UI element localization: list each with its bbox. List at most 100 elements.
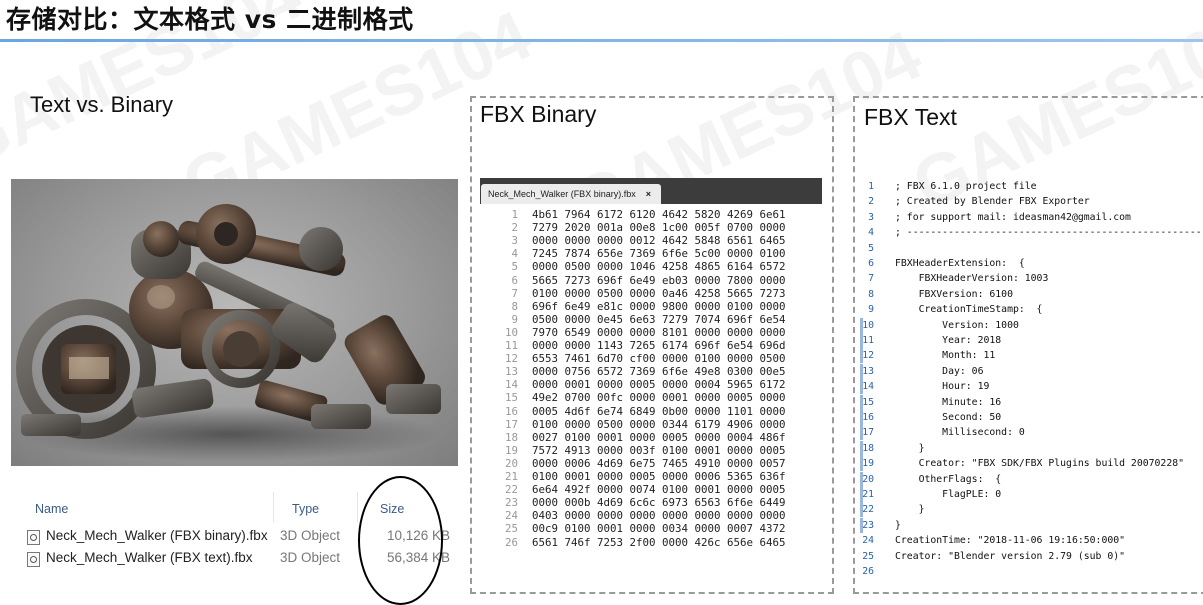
line-number: 18 <box>504 430 518 444</box>
hex-line: 12 6553 7461 6d70 cf00 0000 0100 0000 050… <box>480 352 786 365</box>
hex-line: 21 0100 0001 0000 0005 0000 0006 5365 636… <box>480 470 786 483</box>
hex-line: 1 4b61 7964 6172 6120 4642 5820 4269 6e61 <box>480 208 786 221</box>
hex-dump-view: 1 4b61 7964 6172 6120 4642 5820 4269 6e61… <box>480 204 822 578</box>
code-line-text: ; --------------------------------------… <box>895 227 1203 239</box>
line-number: 1 <box>511 208 518 221</box>
line-number: 14 <box>504 378 518 392</box>
hex-line: 10 7970 6549 0000 0000 8101 0000 0000 000… <box>480 326 786 339</box>
code-line-text: ; for support mail: ideasman42@gmail.com <box>895 211 1131 223</box>
code-line: 22 } <box>858 502 1203 518</box>
line-number: 2 <box>868 196 874 208</box>
hex-line: 13 0000 0756 6572 7369 6f6e 49e8 0300 00e… <box>480 365 786 378</box>
code-line: 1 ; FBX 6.1.0 project file <box>858 179 1203 194</box>
code-line-text: Creator: "Blender version 2.79 (sub 0)" <box>895 550 1126 562</box>
line-number: 3 <box>868 211 874 223</box>
fbx-binary-title: FBX Binary <box>480 101 597 127</box>
line-number: 12 <box>504 352 518 366</box>
line-number: 6 <box>511 273 518 287</box>
line-number: 13 <box>504 365 518 379</box>
line-number: 5 <box>868 242 874 254</box>
mech-walker-render-image <box>11 179 458 466</box>
code-line: 18 } <box>858 440 1203 456</box>
line-number: 1 <box>868 181 874 192</box>
code-line-text: Second: 50 <box>895 412 1002 423</box>
code-line: 12 Month: 11 <box>858 348 1203 364</box>
line-number: 26 <box>862 566 874 577</box>
hex-line-text: 00c9 0100 0001 0000 0034 0000 0007 4372 <box>532 522 786 536</box>
hex-line: 5 0000 0500 0000 1046 4258 4865 6164 6572 <box>480 260 785 273</box>
code-line-text: CreationTime: "2018-11-06 19:16:50:000" <box>895 535 1126 547</box>
hex-line: 8 696f 6e49 e81c 0000 9800 0000 0100 0000 <box>480 300 785 313</box>
hex-line-text: 0000 0000 0000 0012 4642 5848 6561 6465 <box>532 234 786 248</box>
line-number: 4 <box>511 247 518 261</box>
line-number: 9 <box>511 312 518 326</box>
hex-line-text: 7245 7874 656e 7369 6f6e 5c00 0000 0100 <box>532 247 786 261</box>
code-line-text: Hour: 19 <box>895 381 990 393</box>
line-number: 7 <box>511 286 518 300</box>
code-line-text: } <box>895 504 925 516</box>
line-number: 14 <box>862 381 874 393</box>
line-number: 24 <box>862 535 874 547</box>
code-line: 9 CreationTimeStamp: { <box>858 302 1203 317</box>
code-line-text: FBXVersion: 6100 <box>895 288 1013 300</box>
line-number: 22 <box>862 504 874 516</box>
line-number: 16 <box>862 412 874 423</box>
code-line-text: Millisecond: 0 <box>895 427 1025 439</box>
hex-line: 17 0100 0000 0500 0000 0344 6179 4906 000… <box>480 418 786 431</box>
fbx-text-title: FBX Text <box>864 104 957 130</box>
code-line-text: Month: 11 <box>895 350 996 362</box>
hex-line-text: 4b61 7964 6172 6120 4642 5820 4269 6e61 <box>532 208 786 221</box>
code-line-text: FBXHeaderExtension: { <box>895 258 1025 269</box>
hex-line-text: 6553 7461 6d70 cf00 0000 0100 0000 0500 <box>532 352 786 366</box>
editor-tab-label: Neck_Mech_Walker (FBX binary).fbx <box>488 189 636 199</box>
line-number: 24 <box>504 509 518 523</box>
hex-line: 19 7572 4913 0000 003f 0100 0001 0000 000… <box>480 444 786 457</box>
code-line: 20 OtherFlags: { <box>858 471 1203 487</box>
slide-title: 存储对比：文本格式 vs 二进制格式 <box>6 5 414 34</box>
line-number: 21 <box>862 489 874 500</box>
line-number: 18 <box>862 442 874 454</box>
line-number: 25 <box>504 522 518 536</box>
line-number: 22 <box>504 483 518 497</box>
code-line-text: FlagPLE: 0 <box>895 489 1002 500</box>
hex-line-text: 0000 0001 0000 0005 0000 0004 5965 6172 <box>532 378 786 392</box>
hex-line-text: 6561 746f 7253 2f00 0000 426c 656e 6465 <box>532 535 786 549</box>
file-name: Neck_Mech_Walker (FBX text).fbx <box>46 550 253 565</box>
column-header-type[interactable]: Type <box>292 502 319 516</box>
code-line: 19 Creator: "FBX SDK/FBX Plugins build 2… <box>858 456 1203 472</box>
column-separator <box>273 492 274 522</box>
line-number: 10 <box>504 325 518 339</box>
line-number: 15 <box>862 396 874 408</box>
editor-tab[interactable]: Neck_Mech_Walker (FBX binary).fbx × <box>481 184 661 204</box>
code-line: 23} <box>858 517 1203 533</box>
3d-object-file-icon <box>27 552 40 567</box>
hex-line-text: 6e64 492f 0000 0074 0100 0001 0000 0005 <box>532 483 786 497</box>
file-name: Neck_Mech_Walker (FBX binary).fbx <box>46 528 268 543</box>
hex-line-text: 0027 0100 0001 0000 0005 0000 0004 486f <box>532 430 786 444</box>
code-line: 13 Day: 06 <box>858 363 1203 379</box>
hex-line: 26 6561 746f 7253 2f00 0000 426c 656e 646… <box>480 536 786 549</box>
hex-line: 2 7279 2020 001a 00e8 1c00 005f 0700 0000 <box>480 221 785 234</box>
line-number: 10 <box>862 319 874 331</box>
file-type: 3D Object <box>280 550 341 565</box>
hex-line: 24 0403 0000 0000 0000 0000 0000 0000 000… <box>480 509 786 522</box>
line-number: 17 <box>862 427 874 439</box>
hex-line-text: 0000 0000 1143 7265 6174 696f 6e54 696d <box>532 339 786 352</box>
code-line-text: } <box>895 519 901 531</box>
line-number: 13 <box>862 365 874 377</box>
hex-line-text: 0000 0756 6572 7369 6f6e 49e8 0300 00e5 <box>532 365 786 379</box>
hex-line: 15 49e2 0700 00fc 0000 0001 0000 0005 000… <box>480 391 786 404</box>
hex-line: 7 0100 0000 0500 0000 0a46 4258 5665 7273 <box>480 286 785 300</box>
code-line-text: FBXHeaderVersion: 1003 <box>895 273 1049 285</box>
code-line: 6 FBXHeaderExtension: { <box>858 256 1203 271</box>
tab-close-icon[interactable]: × <box>646 189 651 199</box>
line-number: 4 <box>868 227 874 239</box>
hex-line-text: 0403 0000 0000 0000 0000 0000 0000 0000 <box>532 509 786 523</box>
hex-line: 11 0000 0000 1143 7265 6174 696f 6e54 696… <box>480 339 786 352</box>
code-line-text: Day: 06 <box>895 365 984 377</box>
code-line-text: ; Created by Blender FBX Exporter <box>895 196 1090 208</box>
column-header-name[interactable]: Name <box>35 502 68 516</box>
hex-line: 18 0027 0100 0001 0000 0005 0000 0004 486… <box>480 431 786 444</box>
hex-line-text: 0100 0000 0500 0000 0344 6179 4906 0000 <box>532 417 786 431</box>
size-highlight-ellipse <box>358 476 443 605</box>
